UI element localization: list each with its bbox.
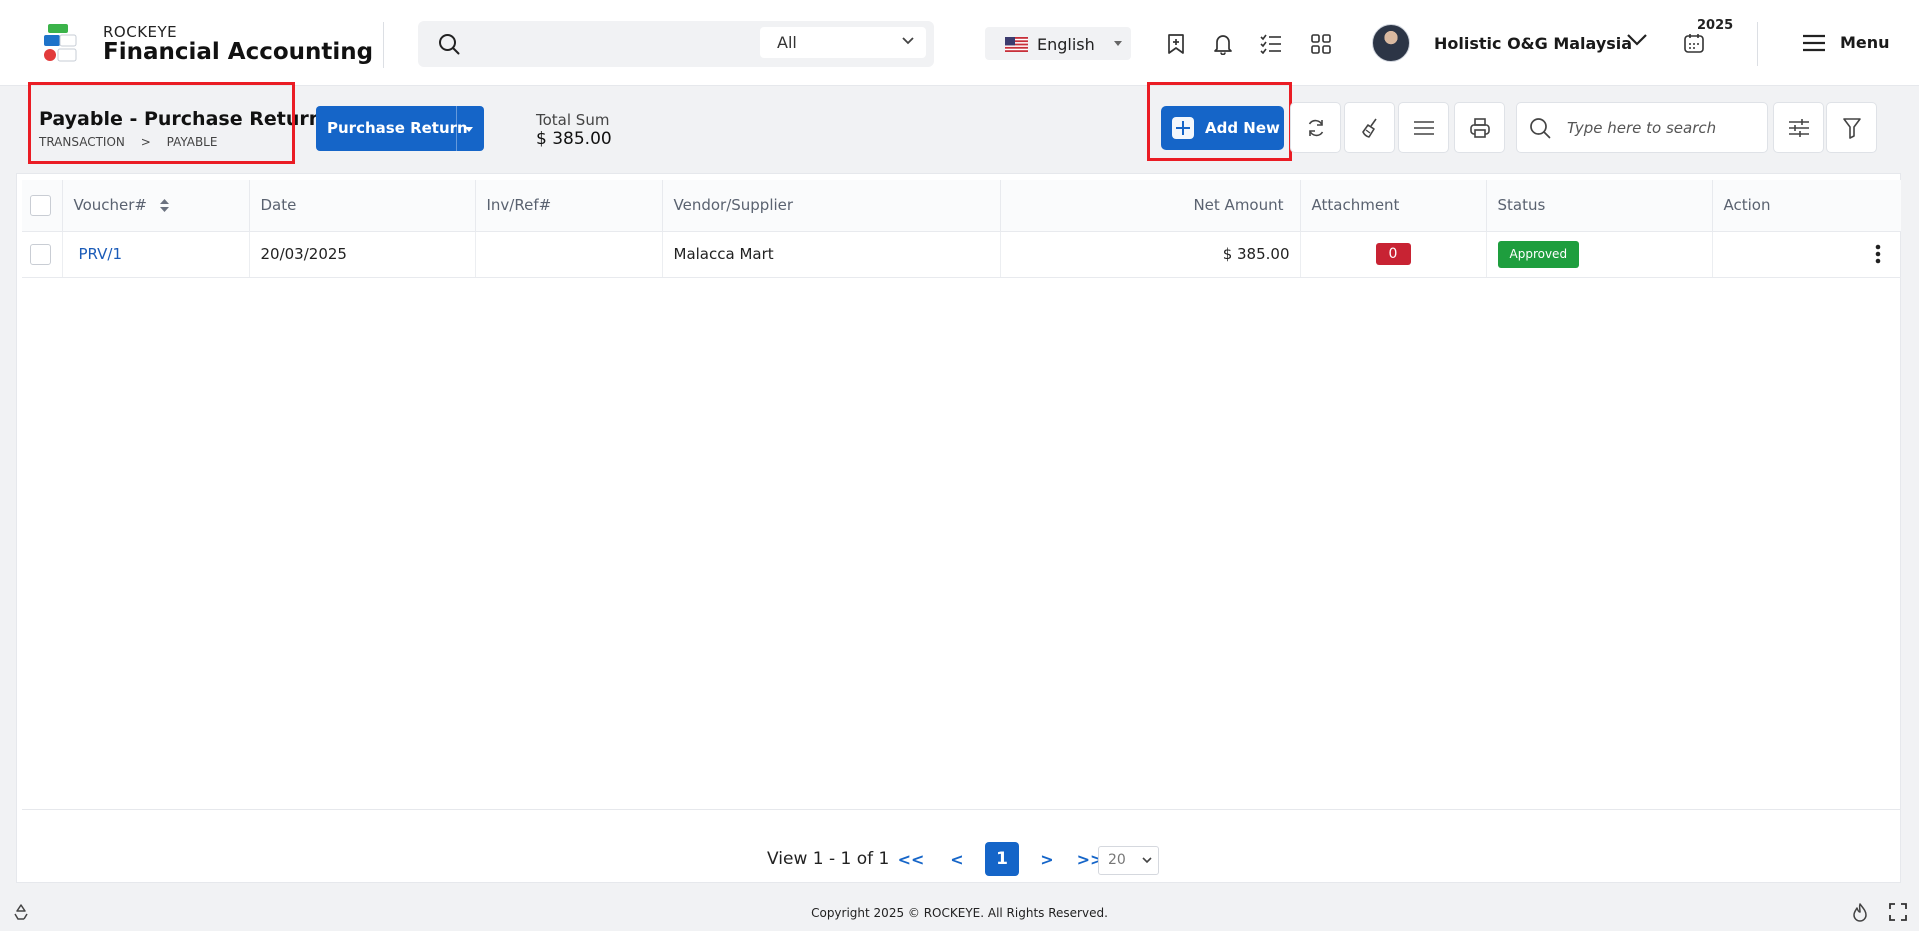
copyright-text: Copyright 2025 © ROCKEYE. All Rights Res… <box>811 906 1108 920</box>
language-label: English <box>1037 35 1095 54</box>
attachment-count-badge[interactable]: 0 <box>1375 243 1411 265</box>
fiscal-year-label: 2025 <box>1697 18 1734 33</box>
search-scope-value: All <box>777 33 797 52</box>
net-amount-cell: $ 385.00 <box>1000 231 1301 278</box>
date-cell: 20/03/2025 <box>249 231 476 278</box>
flame-icon[interactable] <box>1851 903 1869 923</box>
column-header-date[interactable]: Date <box>249 180 476 232</box>
attachment-cell: 0 <box>1300 231 1487 278</box>
select-all-checkbox[interactable] <box>30 194 51 216</box>
column-header-status[interactable]: Status <box>1486 180 1713 232</box>
column-header-action: Action <box>1712 180 1901 232</box>
columns-button[interactable] <box>1398 102 1449 153</box>
tasks-button[interactable] <box>1258 31 1284 57</box>
current-page-button[interactable]: 1 <box>985 842 1019 876</box>
app-title: Financial Accounting <box>103 39 374 65</box>
next-page-button[interactable]: > <box>1030 842 1064 876</box>
column-header-voucher[interactable]: Voucher# <box>62 180 250 232</box>
total-sum-label: Total Sum <box>536 111 610 129</box>
settings-button[interactable] <box>1773 102 1824 153</box>
sliders-icon <box>1788 118 1809 137</box>
company-chevron-down-icon[interactable] <box>1626 33 1648 47</box>
voucher-cell: PRV/1 <box>62 231 250 278</box>
menu-button[interactable]: Menu <box>1802 33 1890 52</box>
add-new-highlight-box <box>1147 82 1292 161</box>
search-icon[interactable] <box>438 33 460 55</box>
table-search-input[interactable] <box>1567 117 1757 139</box>
top-bar: ROCKEYE Financial Accounting All English <box>0 0 1919 86</box>
filter-button[interactable] <box>1826 102 1877 153</box>
clear-button[interactable] <box>1344 102 1395 153</box>
select-all-cell <box>22 180 63 232</box>
row-checkbox[interactable] <box>30 243 51 265</box>
divider <box>383 22 384 68</box>
action-cell <box>1712 231 1901 278</box>
prev-page-button[interactable]: < <box>940 842 974 876</box>
list-lines-icon <box>1413 120 1434 135</box>
bookmark-add-button[interactable] <box>1163 31 1189 57</box>
hamburger-icon <box>1803 34 1825 51</box>
print-button[interactable] <box>1454 102 1505 153</box>
filter-icon <box>1842 117 1861 139</box>
page-size-select[interactable]: 20 <box>1098 846 1159 875</box>
sort-icon[interactable] <box>159 199 169 213</box>
refresh-icon <box>1308 119 1323 136</box>
bookmark-plus-icon <box>1168 34 1184 54</box>
apps-button[interactable] <box>1308 31 1334 57</box>
search-icon <box>1530 118 1551 139</box>
list-panel: Voucher# Date Inv/Ref# Vendor/Supplier N… <box>16 173 1901 883</box>
column-header-vendor[interactable]: Vendor/Supplier <box>662 180 1001 232</box>
table-search[interactable] <box>1516 102 1768 153</box>
divider <box>1757 22 1758 66</box>
page-size-value: 20 <box>1108 852 1126 868</box>
pagination-summary: View 1 - 1 of 1 <box>767 849 890 869</box>
vendor-cell: Malacca Mart <box>662 231 1001 278</box>
us-flag-icon <box>1005 37 1028 52</box>
pager-divider <box>22 809 1901 810</box>
menu-label: Menu <box>1840 33 1890 52</box>
language-select[interactable]: English <box>985 27 1131 60</box>
button-divider <box>456 106 457 151</box>
voucher-link[interactable]: PRV/1 <box>74 245 123 263</box>
table-header-row: Voucher# Date Inv/Ref# Vendor/Supplier N… <box>22 180 1901 232</box>
total-sum-value: $ 385.00 <box>536 129 612 149</box>
apps-grid-icon <box>1311 34 1331 54</box>
user-avatar[interactable] <box>1372 24 1410 62</box>
table-row[interactable]: PRV/1 20/03/2025 Malacca Mart $ 385.00 0… <box>22 231 1901 278</box>
notifications-button[interactable] <box>1210 31 1236 57</box>
checklist-icon <box>1260 34 1281 54</box>
fullscreen-icon[interactable] <box>1889 903 1907 921</box>
chevron-down-icon <box>902 37 914 45</box>
column-header-attachment[interactable]: Attachment <box>1300 180 1487 232</box>
title-highlight-box <box>28 82 295 164</box>
search-scope-select[interactable]: All <box>760 27 926 58</box>
purchase-return-dropdown-button[interactable]: Purchase Return <box>316 106 484 151</box>
column-header-inv-ref[interactable]: Inv/Ref# <box>475 180 663 232</box>
status-cell: Approved <box>1486 231 1713 278</box>
rockeye-logo <box>44 24 77 62</box>
column-header-net-amount[interactable]: Net Amount <box>1000 180 1301 232</box>
bell-icon <box>1214 35 1232 55</box>
caret-down-icon[interactable] <box>465 127 473 132</box>
purchase-return-label: Purchase Return <box>327 119 468 137</box>
caret-down-icon <box>1114 41 1122 46</box>
printer-icon <box>1469 117 1490 138</box>
company-name[interactable]: Holistic O&G Malaysia <box>1434 34 1632 53</box>
more-vertical-icon[interactable] <box>1875 244 1881 264</box>
voucher-table: Voucher# Date Inv/Ref# Vendor/Supplier N… <box>22 180 1901 278</box>
row-select-cell <box>22 231 63 278</box>
column-header-label: Voucher# <box>73 196 148 215</box>
calendar-icon[interactable] <box>1683 32 1705 54</box>
status-badge: Approved <box>1497 240 1580 268</box>
first-page-button[interactable]: << <box>894 842 928 876</box>
refresh-button[interactable] <box>1290 102 1341 153</box>
inv-ref-cell <box>475 231 663 278</box>
broom-icon <box>1361 118 1377 138</box>
chevron-down-icon <box>1142 857 1152 864</box>
